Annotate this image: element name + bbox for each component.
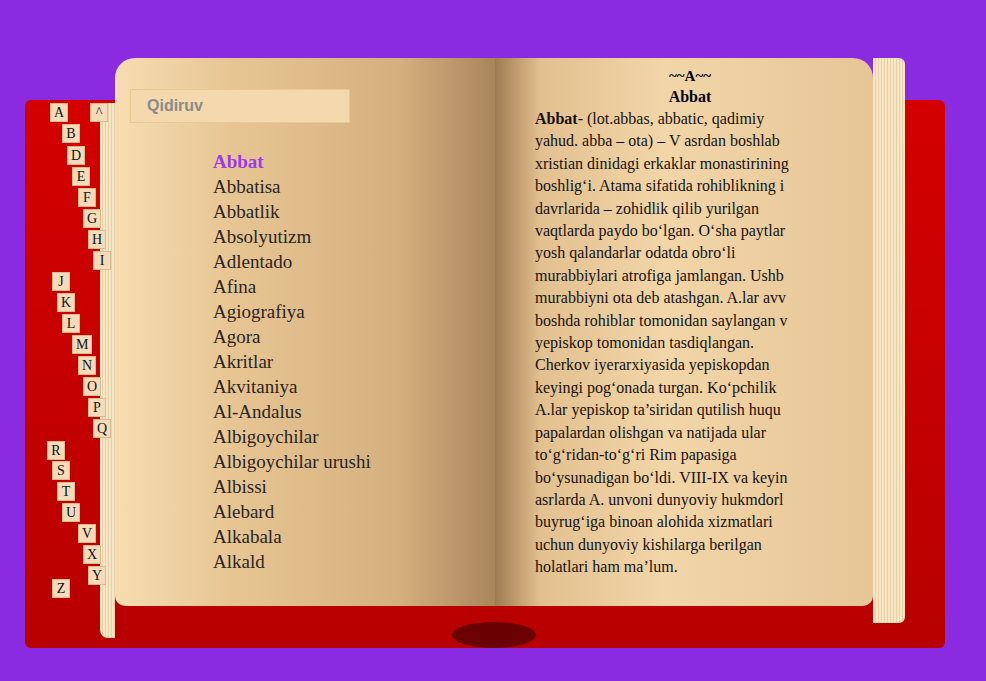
entry-item[interactable]: Agiografiya <box>213 299 495 324</box>
letter-tab[interactable]: R <box>47 441 65 460</box>
entry-item[interactable]: Absolyutizm <box>213 224 495 249</box>
letter-tab[interactable]: Z <box>52 579 70 598</box>
entry-item[interactable]: Abbatisa <box>213 174 495 199</box>
letter-tab[interactable]: T <box>57 482 75 501</box>
article-line: murabbiyni ota deb atashgan. A.lar avv <box>535 287 825 309</box>
article-line: bo‘ysunadigan bo‘ldi. VIII-IX va keyin <box>535 467 825 489</box>
letter-tab[interactable]: N <box>78 356 96 375</box>
entry-item[interactable]: Abbatlik <box>213 199 495 224</box>
letter-tab[interactable]: K <box>57 293 75 312</box>
entry-item[interactable]: Alkald <box>213 549 495 574</box>
article-line: vaqtlarda paydo bo‘lgan. O‘sha paytlar <box>535 220 825 242</box>
article-line: keyingi pog‘onada turgan. Ko‘pchilik <box>535 377 825 399</box>
article-title: Abbat <box>535 86 845 108</box>
article-line: asrlarda A. unvoni dunyoviy hukmdorl <box>535 489 825 511</box>
letter-tab[interactable]: ^ <box>90 103 108 122</box>
article-line: to‘g‘ridan-to‘g‘ri Rim papasiga <box>535 444 825 466</box>
letter-tab[interactable]: P <box>88 398 106 417</box>
entry-item[interactable]: Albigoychilar <box>213 424 495 449</box>
article-line: A.lar yepiskop ta’siridan qutilish huqu <box>535 399 825 421</box>
letter-tab[interactable]: Y <box>88 566 106 585</box>
page-edges <box>873 58 905 623</box>
article-line: Cherkov iyerarxiyasida yepiskopdan <box>535 354 825 376</box>
article-line: murabbiylari atrofiga jamlangan. Ushb <box>535 265 825 287</box>
screen: QidiruvAbbatAbbatisaAbbatlikAbsolyutizmA… <box>0 0 986 681</box>
entry-item[interactable]: Alebard <box>213 499 495 524</box>
letter-tab[interactable]: U <box>62 503 80 522</box>
letter-tab[interactable]: E <box>72 167 90 186</box>
entry-item[interactable]: Abbat <box>213 149 495 174</box>
article-line: xristian dinidagi erkaklar monastirining <box>535 153 825 175</box>
letter-tab[interactable]: S <box>52 461 70 480</box>
search-placeholder: Qidiruv <box>147 97 203 115</box>
entry-item[interactable]: Albissi <box>213 474 495 499</box>
article-line: buyrug‘iga binoan alohida xizmatlari <box>535 511 825 533</box>
letter-tab[interactable]: X <box>83 545 101 564</box>
letter-tab[interactable]: I <box>93 251 111 270</box>
letter-tab[interactable]: O <box>83 377 101 396</box>
letter-tab[interactable]: A <box>50 103 68 122</box>
entry-item[interactable]: Adlentado <box>213 249 495 274</box>
article-line: yepiskop tomonidan tasdiqlangan. <box>535 332 825 354</box>
search-field[interactable]: Qidiruv <box>130 89 350 123</box>
index-page: QidiruvAbbatAbbatisaAbbatlikAbsolyutizmA… <box>115 58 495 606</box>
letter-tab[interactable]: V <box>78 524 96 543</box>
letter-heading: ~~A~~ <box>535 66 845 86</box>
letter-tab[interactable]: Q <box>93 419 111 438</box>
letter-tab[interactable]: F <box>78 188 96 207</box>
letter-tab[interactable]: H <box>88 230 106 249</box>
letter-tab[interactable]: D <box>67 146 85 165</box>
article-line: davrlarida – zohidlik qilib yurilgan <box>535 198 825 220</box>
entry-item[interactable]: Akvitaniya <box>213 374 495 399</box>
article-line: uchun dunyoviy kishilarga berilgan <box>535 534 825 556</box>
article-page: ~~A~~AbbatAbbat- (lot.abbas, abbatic, qa… <box>495 58 873 606</box>
article-line: boshlig‘i. Atama sifatida rohiblikning i <box>535 175 825 197</box>
entry-item[interactable]: Al-Andalus <box>213 399 495 424</box>
article-line: boshda rohiblar tomonidan saylangan v <box>535 310 825 332</box>
article-line: yosh qalandarlar odatda obro‘li <box>535 242 825 264</box>
letter-tab[interactable]: J <box>52 272 70 291</box>
article-line: holatlari ham ma’lum. <box>535 556 825 578</box>
entry-item[interactable]: Agora <box>213 324 495 349</box>
article-line: Abbat- (lot.abbas, abbatic, qadimiy <box>535 108 825 130</box>
article-line: yahud. abba – ota) – V asrdan boshlab <box>535 130 825 152</box>
letter-tab[interactable]: M <box>72 335 92 354</box>
letter-tab[interactable]: G <box>83 209 101 228</box>
entry-item[interactable]: Akritlar <box>213 349 495 374</box>
entry-item[interactable]: Afina <box>213 274 495 299</box>
book-spread: QidiruvAbbatAbbatisaAbbatlikAbsolyutizmA… <box>0 0 986 638</box>
article-body: Abbat- (lot.abbas, abbatic, qadimiyyahud… <box>535 108 825 579</box>
page-edges <box>100 103 115 638</box>
letter-tab[interactable]: B <box>62 124 80 143</box>
book-spine <box>452 622 536 648</box>
entry-item[interactable]: Alkabala <box>213 524 495 549</box>
letter-tab[interactable]: L <box>62 314 80 333</box>
article-line: papalardan olishgan va natijada ular <box>535 422 825 444</box>
entry-list: AbbatAbbatisaAbbatlikAbsolyutizmAdlentad… <box>130 149 495 574</box>
entry-item[interactable]: Albigoychilar urushi <box>213 449 495 474</box>
